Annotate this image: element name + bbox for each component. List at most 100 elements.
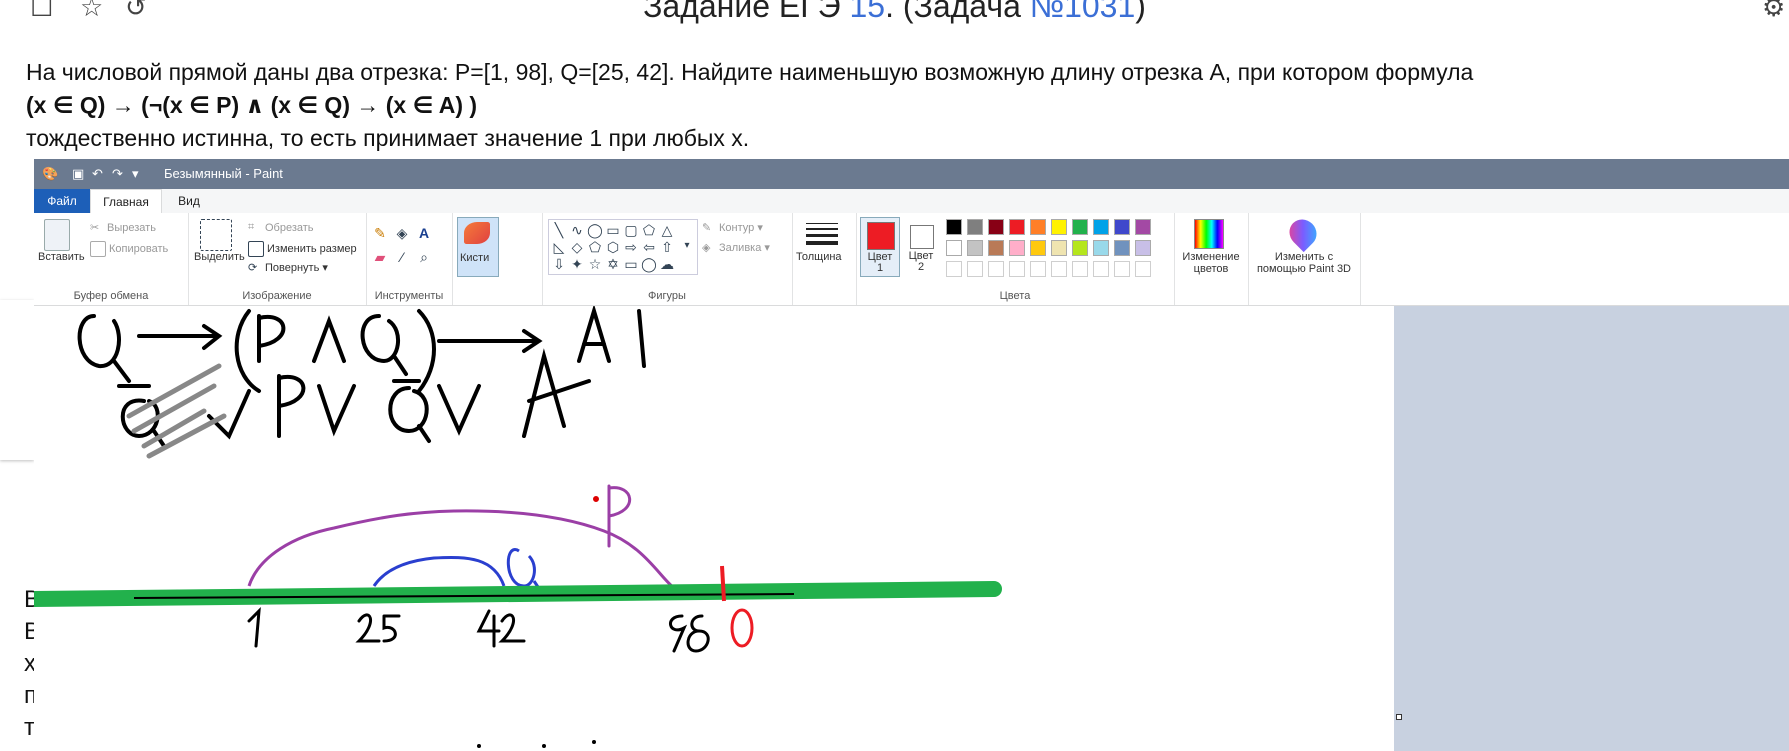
star5-icon[interactable]: ☆	[587, 256, 603, 272]
oval-icon[interactable]: ◯	[587, 222, 603, 238]
cut-button[interactable]: ✂ Вырезать	[90, 221, 156, 235]
star4-icon[interactable]: ✦	[569, 256, 585, 272]
callout-cloud-icon[interactable]: ☁	[659, 256, 675, 272]
arrow-down-icon[interactable]: ⇩	[551, 256, 567, 272]
problem-text-line1: На числовой прямой даны два отрезка: P=[…	[26, 59, 1474, 85]
pencil-icon[interactable]: ✎	[372, 225, 388, 241]
color-picker-icon[interactable]: ⁄	[394, 249, 410, 265]
rectangle-icon[interactable]: ▭	[605, 222, 621, 238]
color-spectrum-icon[interactable]	[1194, 219, 1224, 249]
eraser-icon[interactable]: ▰	[372, 249, 388, 265]
palette-swatch[interactable]	[1051, 240, 1067, 256]
ribbon-tabs: Файл Главная Вид	[34, 189, 1789, 214]
select-button[interactable]: Выделить	[194, 251, 245, 263]
star6-icon[interactable]: ✡	[605, 256, 621, 272]
task-id-link[interactable]: №1031	[1030, 0, 1136, 24]
diamond-icon[interactable]: ◇	[569, 239, 585, 255]
palette-swatch[interactable]	[967, 240, 983, 256]
fill-icon[interactable]: ◈	[394, 225, 410, 241]
palette-swatch[interactable]	[1093, 240, 1109, 256]
rotate-button[interactable]: ⟳ Повернуть ▾	[248, 261, 328, 275]
color1-button[interactable]: Цвет 1	[860, 217, 900, 277]
clipboard-label: Буфер обмена	[73, 290, 149, 302]
custom-color-slot[interactable]	[1051, 261, 1067, 277]
palette-swatch[interactable]	[988, 219, 1004, 235]
gallery-scroll-icon[interactable]: ▾	[679, 238, 695, 254]
curve-icon[interactable]: ∿	[569, 222, 585, 238]
palette-swatch[interactable]	[1051, 219, 1067, 235]
callout-rect-icon[interactable]: ▭	[623, 256, 639, 272]
palette-swatch[interactable]	[1114, 219, 1130, 235]
custom-color-slot[interactable]	[1030, 261, 1046, 277]
settings-icon[interactable]: ⚙	[1762, 0, 1788, 20]
fill-button[interactable]: ◈ Заливка ▾	[702, 241, 770, 255]
color2-button[interactable]: Цвет 2	[902, 217, 940, 275]
palette-swatch[interactable]	[1009, 240, 1025, 256]
drawing-canvas[interactable]	[34, 306, 1394, 751]
custom-color-slot[interactable]	[946, 261, 962, 277]
palette-swatch[interactable]	[946, 240, 962, 256]
palette-swatch[interactable]	[1093, 219, 1109, 235]
outline-button[interactable]: ✎ Контур ▾	[702, 221, 763, 235]
brushes-button[interactable]: Кисти	[457, 217, 499, 277]
color1-swatch	[867, 222, 895, 250]
magnifier-icon[interactable]: ⌕	[416, 249, 432, 265]
pentagon-icon[interactable]: ⬠	[587, 239, 603, 255]
palette-swatch[interactable]	[1114, 240, 1130, 256]
text-icon[interactable]: A	[416, 225, 432, 241]
quick-access-menu-icon[interactable]: ▾	[132, 166, 139, 182]
palette-swatch[interactable]	[1072, 240, 1088, 256]
size-button[interactable]: Толщина	[796, 251, 842, 263]
dots	[477, 740, 596, 748]
custom-color-slot[interactable]	[967, 261, 983, 277]
hexagon-icon[interactable]: ⬡	[605, 239, 621, 255]
palette-swatch[interactable]	[1009, 219, 1025, 235]
line-thickness-icon[interactable]	[806, 221, 838, 245]
arrow-up-icon[interactable]: ⇧	[659, 239, 675, 255]
fill-bucket-icon: ◈	[702, 242, 711, 255]
polygon-icon[interactable]: ⬠	[641, 222, 657, 238]
paste-button[interactable]: Вставить	[38, 251, 85, 263]
custom-color-slot[interactable]	[1135, 261, 1151, 277]
problem-formula: (x ∈ Q) → (¬(x ∈ P) ∧ (x ∈ Q) → (x ∈ A) …	[26, 92, 478, 118]
arrow-left-icon[interactable]: ⇦	[641, 239, 657, 255]
canvas-resize-handle[interactable]	[1396, 714, 1402, 720]
tab-view[interactable]: Вид	[164, 189, 214, 213]
task-number-link[interactable]: 15	[849, 0, 885, 24]
palette-swatch[interactable]	[1030, 219, 1046, 235]
palette-swatch[interactable]	[1135, 219, 1151, 235]
undo-icon[interactable]: ↶	[92, 166, 103, 182]
redo-icon[interactable]: ↷	[112, 166, 123, 182]
rounded-rectangle-icon[interactable]: ▢	[623, 222, 639, 238]
copy-button[interactable]: Копировать	[90, 241, 168, 257]
custom-color-slot[interactable]	[988, 261, 1004, 277]
palette-swatch[interactable]	[1135, 240, 1151, 256]
background-panel	[0, 300, 34, 460]
paint3d-icon[interactable]	[1283, 213, 1323, 253]
custom-color-slot[interactable]	[1114, 261, 1130, 277]
select-icon[interactable]	[200, 219, 232, 251]
tab-file[interactable]: Файл	[34, 189, 90, 213]
resize-button[interactable]: Изменить размер	[248, 241, 357, 257]
paint3d-button[interactable]: Изменить с помощью Paint 3D	[1252, 251, 1356, 275]
resize-icon	[248, 241, 264, 257]
palette-swatch[interactable]	[967, 219, 983, 235]
paste-icon[interactable]	[44, 219, 70, 251]
custom-color-slot[interactable]	[1072, 261, 1088, 277]
palette-swatch[interactable]	[988, 240, 1004, 256]
tab-home[interactable]: Главная	[90, 189, 162, 214]
palette-swatch[interactable]	[1072, 219, 1088, 235]
crop-button[interactable]: ⌗ Обрезать	[248, 221, 314, 235]
save-icon[interactable]: ▣	[72, 166, 84, 182]
palette-swatch[interactable]	[1030, 240, 1046, 256]
line-icon[interactable]: ╲	[551, 222, 567, 238]
palette-swatch[interactable]	[946, 219, 962, 235]
edit-colors-button[interactable]: Изменение цветов	[1176, 251, 1246, 275]
custom-color-slot[interactable]	[1009, 261, 1025, 277]
callout-oval-icon[interactable]: ◯	[641, 256, 657, 272]
arrow-right-icon[interactable]: ⇨	[623, 239, 639, 255]
shapes-gallery[interactable]: ╲ ∿ ◯ ▭ ▢ ⬠ △ ◺ ◇ ⬠ ⬡ ⇨ ⇦ ⇧ ⇩ ✦ ☆ ✡ ▭ ◯	[548, 219, 698, 275]
right-triangle-icon[interactable]: ◺	[551, 239, 567, 255]
custom-color-slot[interactable]	[1093, 261, 1109, 277]
triangle-icon[interactable]: △	[659, 222, 675, 238]
